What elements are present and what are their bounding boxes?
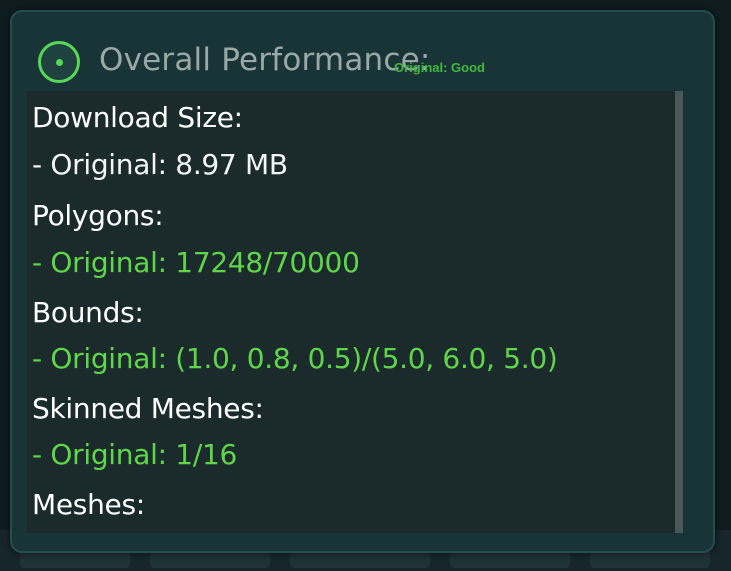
stat-label-skinned-meshes: Skinned Meshes: [32,392,264,425]
stat-label-download-size: Download Size: [32,101,243,134]
overall-status-badge: Original: Good [394,60,485,75]
stats-list[interactable]: Download Size: - Original: 8.97 MB Polyg… [27,91,683,533]
status-ring-icon [38,41,80,83]
status-dot [55,58,63,66]
panel-title: Overall Performance: [99,42,431,78]
stat-label-bounds: Bounds: [32,296,144,329]
stat-value-download-size: - Original: 8.97 MB [32,148,288,181]
stat-label-polygons: Polygons: [32,199,164,232]
stat-value-polygons: - Original: 17248/70000 [32,246,360,279]
stat-value-skinned-meshes: - Original: 1/16 [32,438,237,471]
stats-scrollbar[interactable] [675,91,683,533]
scrollbar-thumb[interactable] [675,91,683,533]
stat-label-meshes: Meshes: [32,488,145,521]
stat-value-bounds: - Original: (1.0, 0.8, 0.5)/(5.0, 6.0, 5… [32,342,558,375]
